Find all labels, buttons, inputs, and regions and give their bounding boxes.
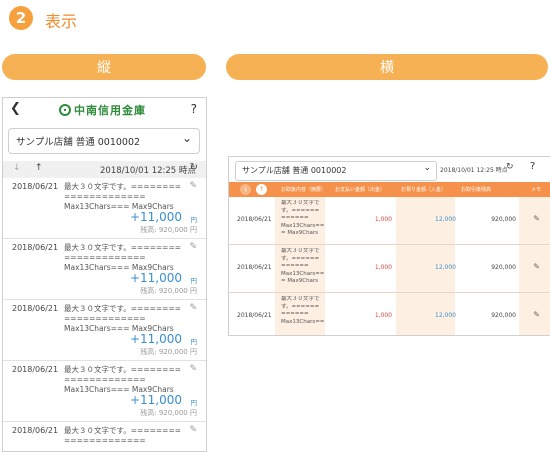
transaction-date: 2018/06/21 [12,365,59,374]
transaction-description: 最大３０文字で す。====== ====== Max13Chars=== = … [281,200,325,236]
pencil-icon[interactable]: ✎ [189,425,197,435]
column-header-description: お取扱内容（摘要） [281,187,327,193]
sort-ascending-button[interactable]: ↑ [35,163,43,173]
currency-unit: 円 [190,216,198,224]
chevron-down-icon: ⌄ [181,131,192,145]
table-row[interactable]: 2018/06/21 最大３０文字で す。====== ====== Max13… [229,293,550,335]
deposit-amount: 12,000 [435,216,456,223]
column-header-balance: お取引後残高 [461,187,492,193]
currency-unit: 円 [190,338,198,346]
transaction-date: 2018/06/21 [12,243,59,252]
help-button[interactable]: ? [530,161,535,172]
portrait-label: 縦 [2,54,206,80]
pencil-icon[interactable]: ✎ [533,310,540,319]
account-selector-value: サンプル店舗 普通 0010002 [16,137,141,148]
transaction-balance: 残高: 920,000 円 [140,226,197,234]
chevron-down-icon: ⌄ [423,163,431,173]
landscape-screen: サンプル店舗 普通 0010002 ⌄ 2018/10/01 12:25 時点 … [228,156,550,336]
withdrawal-amount: 1,000 [374,264,392,271]
transaction-date: 2018/06/21 [237,264,272,271]
balance-amount: 920,000 [491,312,516,319]
balance-amount: 920,000 [491,264,516,271]
step-number-badge: 2 [9,6,33,30]
transaction-amount: +11,000 [129,210,182,224]
sort-ascending-button[interactable]: ↑ [256,184,267,195]
table-row[interactable]: 2018/06/21 最大３０文字で す。====== ====== Max13… [229,197,550,245]
transaction-description: 最大３０文字で す。====== ====== Max13Chars== [281,296,325,325]
column-header-deposit: お預り金額（入金） [401,187,447,193]
pencil-icon[interactable]: ✎ [189,303,197,313]
section-title: 表示 [45,12,78,31]
back-button[interactable]: ❮ [10,101,21,116]
refresh-button[interactable]: ↻ [506,162,514,172]
brand-logo: 中南信用金庫 [59,102,146,118]
pencil-icon[interactable]: ✎ [533,262,540,271]
landscape-label: 横 [226,54,548,80]
transaction-list: 2018/06/21 最大３０文字です。======== ===========… [3,178,206,451]
transaction-description: 最大３０文字で す。====== ====== Max13Chars== = M… [281,248,325,284]
list-toolbar: ↓ ↑ 2018/10/01 12:25 時点 ↻ [3,161,206,178]
transaction-balance: 残高: 920,000 円 [140,409,197,417]
transaction-description: 最大３０文字です。======== ============= Max13Cha… [64,365,182,394]
sort-descending-button[interactable]: ↓ [240,184,251,195]
transaction-date: 2018/06/21 [12,426,59,435]
currency-unit: 円 [190,399,198,407]
transaction-description: 最大３０文字です。======== ============= Max13Cha… [64,243,182,272]
transaction-date: 2018/06/21 [12,304,59,313]
deposit-amount: 12,000 [435,312,456,319]
column-header-memo: メモ [531,187,542,193]
account-selector-value: サンプル店舗 普通 0010002 [242,166,347,175]
transaction-amount: +11,000 [129,271,182,285]
updated-timestamp: 2018/10/01 12:25 時点 [100,166,196,176]
transaction-amount: +11,000 [129,393,182,407]
deposit-amount: 12,000 [435,264,456,271]
transaction-date: 2018/06/21 [12,182,59,191]
transaction-item[interactable]: 2018/06/21 最大３０文字です。======== ===========… [3,239,206,300]
transaction-date: 2018/06/21 [237,312,272,319]
transaction-item[interactable]: 2018/06/21 最大３０文字です。======== ===========… [3,178,206,239]
account-selector[interactable]: サンプル店舗 普通 0010002 ⌄ [8,128,200,154]
pencil-icon[interactable]: ✎ [189,242,197,252]
sort-descending-button[interactable]: ↓ [13,163,21,173]
balance-amount: 920,000 [491,216,516,223]
transaction-date: 2018/06/21 [237,216,272,223]
pencil-icon[interactable]: ✎ [533,214,540,223]
transaction-item[interactable]: 2018/06/21 最大３０文字です。======== ===========… [3,300,206,361]
transaction-item[interactable]: 2018/06/21 最大３０文字です。======== ===========… [3,361,206,422]
pencil-icon[interactable]: ✎ [189,364,197,374]
transaction-table: 2018/06/21 最大３０文字で す。====== ====== Max13… [229,197,550,335]
brand-name: 中南信用金庫 [74,104,146,117]
table-row[interactable]: 2018/06/21 最大３０文字で す。====== ====== Max13… [229,245,550,293]
pencil-icon[interactable]: ✎ [189,181,197,191]
account-selector[interactable]: サンプル店舗 普通 0010002 ⌄ [235,161,437,181]
refresh-button[interactable]: ↻ [190,162,198,173]
transaction-description: 最大３０文字です。======== ============= Max13Cha… [64,304,182,333]
transaction-description: 最大３０文字です。======== ============= Max13Cha… [64,182,182,211]
currency-unit: 円 [190,277,198,285]
transaction-amount: +11,000 [129,332,182,346]
column-header-withdrawal: お支払い金額（出金） [335,187,386,193]
table-header: ↓ ↑ お取扱内容（摘要） お支払い金額（出金） お預り金額（入金） お取引後残… [229,182,550,197]
updated-timestamp: 2018/10/01 12:25 時点 [440,167,508,174]
bank-logo-icon [59,104,71,116]
withdrawal-amount: 1,000 [374,216,392,223]
transaction-description: 最大３０文字です。======== ============= [64,426,182,445]
transaction-balance: 残高: 920,000 円 [140,348,197,356]
app-header: ❮ 中南信用金庫 ? [3,98,206,122]
portrait-screen: ❮ 中南信用金庫 ? サンプル店舗 普通 0010002 ⌄ ↓ ↑ 2018/… [2,97,207,452]
transaction-item[interactable]: 2018/06/21 最大３０文字です。======== ===========… [3,422,206,451]
withdrawal-amount: 1,000 [374,312,392,319]
help-button[interactable]: ? [191,102,197,116]
transaction-balance: 残高: 920,000 円 [140,287,197,295]
